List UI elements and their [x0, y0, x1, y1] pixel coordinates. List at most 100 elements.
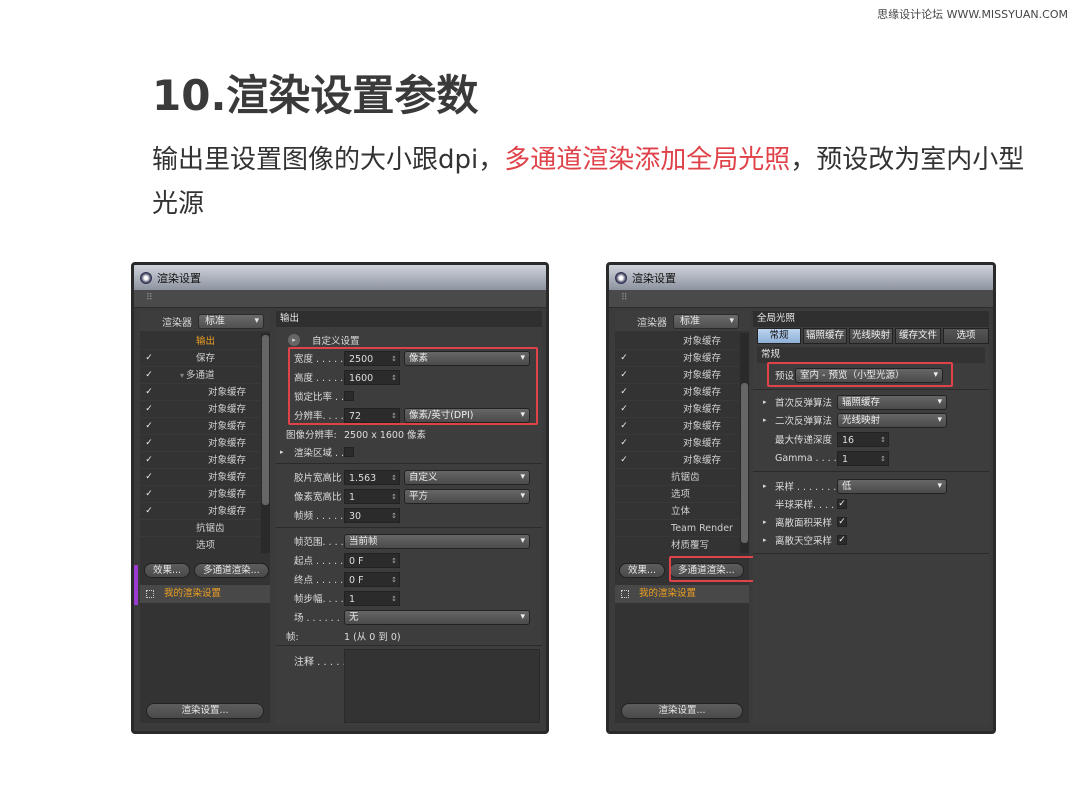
tree-item[interactable]: ✓ 对象缓存 — [140, 503, 260, 520]
tree-item[interactable]: ✓ 对象缓存 — [615, 350, 739, 367]
grip-handle-icon[interactable]: ⠿ — [609, 290, 993, 308]
tree-item[interactable]: ✓ 对象缓存 — [615, 418, 739, 435]
tree-item[interactable]: ✓ 对象缓存 — [615, 435, 739, 452]
primary-method-dropdown[interactable]: 辐照缓存 — [837, 394, 947, 410]
notes-textarea[interactable] — [344, 649, 540, 723]
tree-item-checkbox[interactable]: ✓ — [144, 370, 154, 380]
expand-arrow-icon[interactable]: ▸ — [763, 482, 767, 490]
tree-item[interactable]: 对象缓存 — [615, 333, 739, 350]
step-input[interactable]: 1 — [344, 590, 400, 607]
tree-item-checkbox[interactable]: ✓ — [144, 438, 154, 448]
collapse-arrow-icon[interactable]: ▸ — [280, 448, 284, 456]
tree-item[interactable]: 抗锯齿 — [140, 520, 260, 537]
tree-item[interactable]: ✓ 对象缓存 — [140, 384, 260, 401]
my-render-setting-item[interactable]: 我的渲染设置 — [615, 585, 749, 603]
frame-range-dropdown[interactable]: 当前帧 — [344, 533, 530, 549]
tree-item[interactable]: ✓ 对象缓存 — [140, 401, 260, 418]
max-depth-input[interactable]: 16 — [837, 431, 889, 448]
start-label: 起点 . . . . . — [294, 556, 344, 567]
tree-item-checkbox[interactable]: ✓ — [144, 353, 154, 363]
renderer-dropdown[interactable]: 标准 — [673, 313, 739, 329]
tree-item[interactable]: 材质覆写 — [615, 537, 739, 553]
tree-item[interactable]: ✓ 对象缓存 — [140, 452, 260, 469]
tree-item[interactable]: 输出 — [140, 333, 260, 350]
renderer-dropdown[interactable]: 标准 — [198, 313, 264, 329]
tree-scrollbar[interactable] — [740, 333, 749, 553]
tree-item-checkbox[interactable] — [619, 472, 629, 482]
fps-input[interactable]: 30 — [344, 507, 400, 524]
tree-item[interactable]: 选项 — [615, 486, 739, 503]
field-dropdown[interactable]: 无 — [344, 609, 530, 625]
expand-arrow-icon[interactable]: ▸ — [763, 416, 767, 424]
scrollbar-thumb[interactable] — [741, 383, 748, 543]
secondary-method-dropdown[interactable]: 光线映射 — [837, 412, 947, 428]
tree-item-checkbox[interactable]: ✓ — [144, 455, 154, 465]
effects-button[interactable]: 效果... — [144, 562, 191, 578]
tree-item-checkbox[interactable] — [619, 336, 629, 346]
pixel-aspect-dropdown[interactable]: 平方 — [404, 488, 530, 504]
tree-item-checkbox[interactable]: ✓ — [144, 421, 154, 431]
tree-item-checkbox[interactable]: ✓ — [619, 387, 629, 397]
tree-item[interactable]: ✓ 对象缓存 — [140, 435, 260, 452]
multipass-render-button[interactable]: 多通道渲染... — [194, 562, 269, 578]
gi-tab[interactable]: 缓存文件 — [895, 328, 941, 344]
tree-item[interactable]: ✓ ▾ 多通道 — [140, 367, 260, 384]
tree-item-checkbox[interactable] — [144, 523, 154, 533]
discrete-sky-checkbox[interactable]: ✓ — [837, 535, 847, 545]
film-aspect-input[interactable]: 1.563 — [344, 469, 400, 486]
tree-item-checkbox[interactable] — [619, 540, 629, 550]
gi-tab[interactable]: 光线映射 — [849, 328, 893, 344]
tree-item[interactable]: ✓ 对象缓存 — [615, 401, 739, 418]
tree-item[interactable]: ✓ 对象缓存 — [615, 452, 739, 469]
tree-item[interactable]: ✓ 对象缓存 — [615, 384, 739, 401]
tree-item-checkbox[interactable]: ✓ — [619, 404, 629, 414]
tree-item-checkbox[interactable]: ✓ — [144, 387, 154, 397]
tree-item-checkbox[interactable]: ✓ — [144, 489, 154, 499]
gamma-input[interactable]: 1 — [837, 450, 889, 467]
tree-item[interactable]: ✓ 对象缓存 — [140, 486, 260, 503]
gi-tab[interactable]: 选项 — [943, 328, 989, 344]
tree-item[interactable]: 选项 — [140, 537, 260, 553]
render-region-checkbox[interactable] — [344, 447, 354, 457]
tree-item-checkbox[interactable] — [619, 523, 629, 533]
tree-item-checkbox[interactable]: ✓ — [619, 370, 629, 380]
expand-arrow-icon[interactable]: ▸ — [763, 536, 767, 544]
tree-item[interactable]: ✓ 对象缓存 — [615, 367, 739, 384]
tree-item[interactable]: ✓ 保存 — [140, 350, 260, 367]
expand-arrow-icon[interactable]: ▸ — [288, 334, 300, 346]
render-settings-button[interactable]: 渲染设置... — [621, 703, 743, 719]
grip-handle-icon[interactable]: ⠿ — [134, 290, 546, 308]
tree-item-checkbox[interactable] — [144, 336, 154, 346]
tree-item-checkbox[interactable]: ✓ — [619, 438, 629, 448]
discrete-area-checkbox[interactable]: ✓ — [837, 517, 847, 527]
scrollbar-thumb[interactable] — [262, 335, 269, 505]
effects-button[interactable]: 效果... — [619, 562, 666, 578]
gi-tab[interactable]: 辐照缓存 — [803, 328, 847, 344]
tree-item[interactable]: Team Render — [615, 520, 739, 537]
tree-item-checkbox[interactable]: ✓ — [144, 404, 154, 414]
tree-item[interactable]: ✓ 对象缓存 — [140, 418, 260, 435]
gi-tab[interactable]: 常规 — [757, 328, 801, 344]
tree-item-checkbox[interactable]: ✓ — [619, 421, 629, 431]
pixel-aspect-input[interactable]: 1 — [344, 488, 400, 505]
expand-arrow-icon[interactable]: ▸ — [763, 398, 767, 406]
sampling-dropdown[interactable]: 低 — [837, 478, 947, 494]
expand-arrow-icon[interactable]: ▸ — [763, 518, 767, 526]
tree-item[interactable]: 立体 — [615, 503, 739, 520]
render-settings-button[interactable]: 渲染设置... — [146, 703, 264, 719]
tree-scrollbar[interactable] — [261, 333, 270, 553]
tree-item[interactable]: 抗锯齿 — [615, 469, 739, 486]
tree-item-checkbox[interactable]: ✓ — [619, 353, 629, 363]
film-aspect-dropdown[interactable]: 自定义 — [404, 469, 530, 485]
tree-item-checkbox[interactable] — [619, 506, 629, 516]
tree-item[interactable]: ✓ 对象缓存 — [140, 469, 260, 486]
end-input[interactable]: 0 F — [344, 571, 400, 588]
hemisphere-checkbox[interactable]: ✓ — [837, 499, 847, 509]
my-render-setting-item[interactable]: 我的渲染设置 — [140, 585, 270, 603]
tree-item-checkbox[interactable]: ✓ — [619, 455, 629, 465]
tree-item-checkbox[interactable] — [144, 540, 154, 550]
tree-item-checkbox[interactable]: ✓ — [144, 472, 154, 482]
start-input[interactable]: 0 F — [344, 552, 400, 569]
tree-item-checkbox[interactable]: ✓ — [144, 506, 154, 516]
tree-item-checkbox[interactable] — [619, 489, 629, 499]
